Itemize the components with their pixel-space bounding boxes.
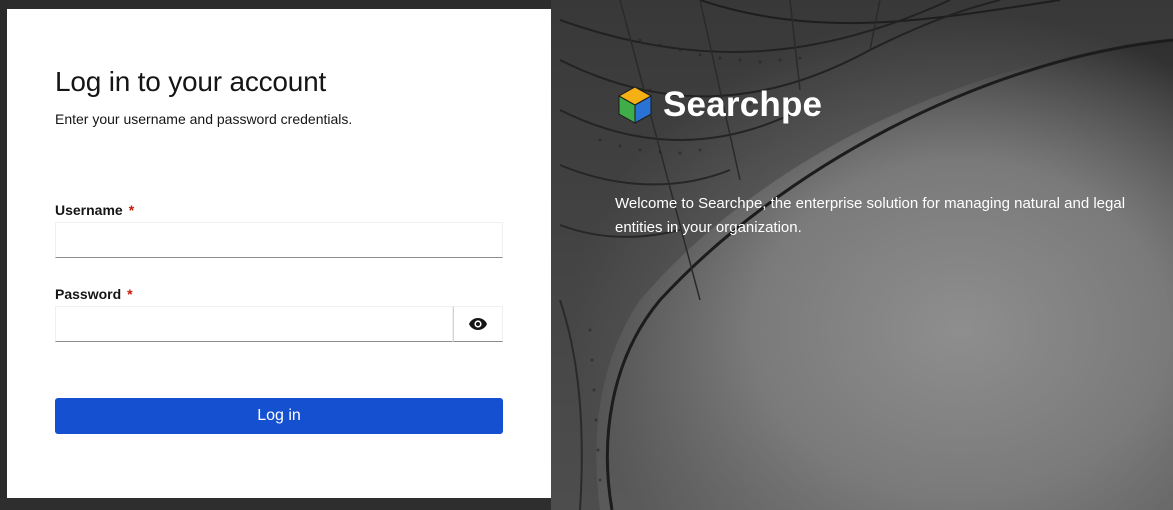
password-input[interactable] <box>55 306 453 342</box>
page-subtitle: Enter your username and password credent… <box>55 111 353 127</box>
brand: Searchpe <box>617 85 822 125</box>
username-input[interactable] <box>55 222 503 258</box>
password-input-group <box>55 306 503 342</box>
required-marker: * <box>127 286 133 302</box>
password-label-text: Password <box>55 286 122 302</box>
password-label: Password * <box>55 286 133 302</box>
eye-icon <box>469 318 487 330</box>
username-label: Username * <box>55 202 134 218</box>
brand-name: Searchpe <box>663 85 823 124</box>
cube-logo-icon <box>617 86 653 124</box>
show-password-button[interactable] <box>453 306 503 342</box>
login-button[interactable]: Log in <box>55 398 503 434</box>
page-title: Log in to your account <box>55 66 327 97</box>
username-label-text: Username <box>55 202 123 218</box>
login-card: Log in to your account Enter your userna… <box>7 9 551 498</box>
welcome-text: Welcome to Searchpe, the enterprise solu… <box>615 195 1126 236</box>
required-marker: * <box>128 202 135 218</box>
